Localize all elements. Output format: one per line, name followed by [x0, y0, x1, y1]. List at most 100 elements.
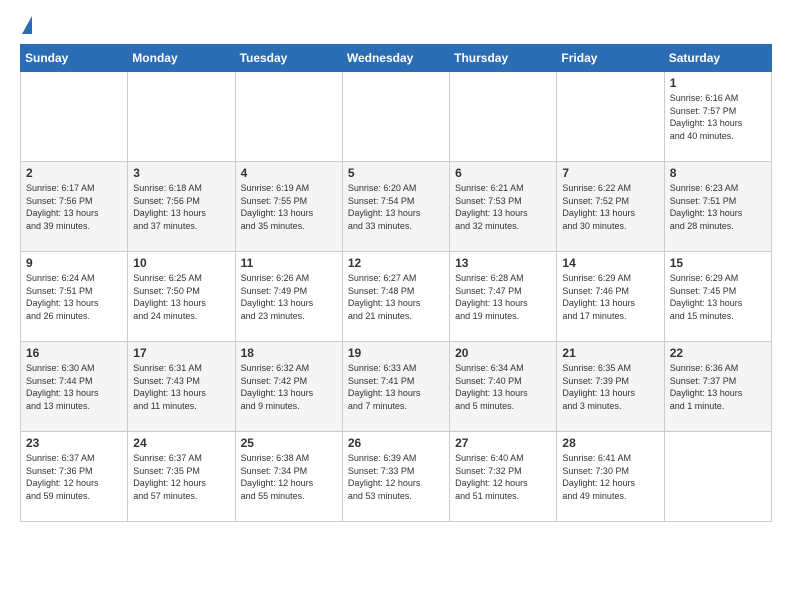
day-cell: 13 Sunrise: 6:28 AM Sunset: 7:47 PM Dayli… — [450, 252, 557, 342]
weekday-header-row: SundayMondayTuesdayWednesdayThursdayFrid… — [21, 45, 772, 72]
day-detail: Sunrise: 6:23 AM Sunset: 7:51 PM Dayligh… — [670, 182, 766, 232]
day-number: 6 — [455, 166, 551, 180]
day-cell: 23 Sunrise: 6:37 AM Sunset: 7:36 PM Dayli… — [21, 432, 128, 522]
day-cell — [128, 72, 235, 162]
day-number: 20 — [455, 346, 551, 360]
day-detail: Sunrise: 6:19 AM Sunset: 7:55 PM Dayligh… — [241, 182, 337, 232]
header — [20, 16, 772, 36]
day-detail: Sunrise: 6:37 AM Sunset: 7:36 PM Dayligh… — [26, 452, 122, 502]
day-number: 16 — [26, 346, 122, 360]
day-cell: 6 Sunrise: 6:21 AM Sunset: 7:53 PM Daylig… — [450, 162, 557, 252]
day-number: 26 — [348, 436, 444, 450]
calendar-table: SundayMondayTuesdayWednesdayThursdayFrid… — [20, 44, 772, 522]
day-number: 19 — [348, 346, 444, 360]
day-cell: 3 Sunrise: 6:18 AM Sunset: 7:56 PM Daylig… — [128, 162, 235, 252]
weekday-header-friday: Friday — [557, 45, 664, 72]
day-detail: Sunrise: 6:37 AM Sunset: 7:35 PM Dayligh… — [133, 452, 229, 502]
day-cell: 12 Sunrise: 6:27 AM Sunset: 7:48 PM Dayli… — [342, 252, 449, 342]
day-detail: Sunrise: 6:41 AM Sunset: 7:30 PM Dayligh… — [562, 452, 658, 502]
day-cell: 22 Sunrise: 6:36 AM Sunset: 7:37 PM Dayli… — [664, 342, 771, 432]
day-cell: 21 Sunrise: 6:35 AM Sunset: 7:39 PM Dayli… — [557, 342, 664, 432]
day-detail: Sunrise: 6:35 AM Sunset: 7:39 PM Dayligh… — [562, 362, 658, 412]
day-number: 27 — [455, 436, 551, 450]
day-number: 9 — [26, 256, 122, 270]
day-number: 2 — [26, 166, 122, 180]
day-detail: Sunrise: 6:39 AM Sunset: 7:33 PM Dayligh… — [348, 452, 444, 502]
day-detail: Sunrise: 6:34 AM Sunset: 7:40 PM Dayligh… — [455, 362, 551, 412]
day-detail: Sunrise: 6:17 AM Sunset: 7:56 PM Dayligh… — [26, 182, 122, 232]
day-cell: 11 Sunrise: 6:26 AM Sunset: 7:49 PM Dayli… — [235, 252, 342, 342]
weekday-header-thursday: Thursday — [450, 45, 557, 72]
day-cell: 15 Sunrise: 6:29 AM Sunset: 7:45 PM Dayli… — [664, 252, 771, 342]
week-row-5: 23 Sunrise: 6:37 AM Sunset: 7:36 PM Dayli… — [21, 432, 772, 522]
week-row-1: 1Sunrise: 6:16 AM Sunset: 7:57 PM Daylig… — [21, 72, 772, 162]
day-cell: 1Sunrise: 6:16 AM Sunset: 7:57 PM Daylig… — [664, 72, 771, 162]
day-number: 13 — [455, 256, 551, 270]
page: SundayMondayTuesdayWednesdayThursdayFrid… — [0, 0, 792, 538]
day-number: 8 — [670, 166, 766, 180]
day-number: 25 — [241, 436, 337, 450]
day-number: 3 — [133, 166, 229, 180]
day-detail: Sunrise: 6:36 AM Sunset: 7:37 PM Dayligh… — [670, 362, 766, 412]
day-cell: 16 Sunrise: 6:30 AM Sunset: 7:44 PM Dayli… — [21, 342, 128, 432]
day-cell: 10 Sunrise: 6:25 AM Sunset: 7:50 PM Dayli… — [128, 252, 235, 342]
weekday-header-tuesday: Tuesday — [235, 45, 342, 72]
day-cell: 4 Sunrise: 6:19 AM Sunset: 7:55 PM Daylig… — [235, 162, 342, 252]
day-cell: 19 Sunrise: 6:33 AM Sunset: 7:41 PM Dayli… — [342, 342, 449, 432]
day-cell — [235, 72, 342, 162]
day-number: 5 — [348, 166, 444, 180]
day-number: 15 — [670, 256, 766, 270]
day-detail: Sunrise: 6:18 AM Sunset: 7:56 PM Dayligh… — [133, 182, 229, 232]
weekday-header-monday: Monday — [128, 45, 235, 72]
day-detail: Sunrise: 6:26 AM Sunset: 7:49 PM Dayligh… — [241, 272, 337, 322]
day-number: 21 — [562, 346, 658, 360]
day-number: 18 — [241, 346, 337, 360]
day-detail: Sunrise: 6:25 AM Sunset: 7:50 PM Dayligh… — [133, 272, 229, 322]
day-cell: 17 Sunrise: 6:31 AM Sunset: 7:43 PM Dayli… — [128, 342, 235, 432]
day-number: 11 — [241, 256, 337, 270]
day-cell — [664, 432, 771, 522]
day-number: 7 — [562, 166, 658, 180]
day-number: 1 — [670, 76, 766, 90]
logo — [20, 16, 32, 36]
logo-triangle-icon — [22, 16, 32, 34]
day-number: 17 — [133, 346, 229, 360]
day-cell: 28 Sunrise: 6:41 AM Sunset: 7:30 PM Dayli… — [557, 432, 664, 522]
day-cell: 18 Sunrise: 6:32 AM Sunset: 7:42 PM Dayli… — [235, 342, 342, 432]
day-cell: 26 Sunrise: 6:39 AM Sunset: 7:33 PM Dayli… — [342, 432, 449, 522]
weekday-header-wednesday: Wednesday — [342, 45, 449, 72]
day-detail: Sunrise: 6:33 AM Sunset: 7:41 PM Dayligh… — [348, 362, 444, 412]
weekday-header-saturday: Saturday — [664, 45, 771, 72]
day-number: 28 — [562, 436, 658, 450]
day-cell: 8 Sunrise: 6:23 AM Sunset: 7:51 PM Daylig… — [664, 162, 771, 252]
day-detail: Sunrise: 6:27 AM Sunset: 7:48 PM Dayligh… — [348, 272, 444, 322]
day-detail: Sunrise: 6:38 AM Sunset: 7:34 PM Dayligh… — [241, 452, 337, 502]
day-cell: 9Sunrise: 6:24 AM Sunset: 7:51 PM Daylig… — [21, 252, 128, 342]
day-number: 22 — [670, 346, 766, 360]
week-row-4: 16 Sunrise: 6:30 AM Sunset: 7:44 PM Dayli… — [21, 342, 772, 432]
day-number: 14 — [562, 256, 658, 270]
day-cell — [450, 72, 557, 162]
day-cell: 5 Sunrise: 6:20 AM Sunset: 7:54 PM Daylig… — [342, 162, 449, 252]
day-cell: 14Sunrise: 6:29 AM Sunset: 7:46 PM Dayli… — [557, 252, 664, 342]
weekday-header-sunday: Sunday — [21, 45, 128, 72]
day-detail: Sunrise: 6:32 AM Sunset: 7:42 PM Dayligh… — [241, 362, 337, 412]
day-cell: 25 Sunrise: 6:38 AM Sunset: 7:34 PM Dayli… — [235, 432, 342, 522]
day-number: 24 — [133, 436, 229, 450]
day-number: 12 — [348, 256, 444, 270]
day-cell: 24 Sunrise: 6:37 AM Sunset: 7:35 PM Dayli… — [128, 432, 235, 522]
day-detail: Sunrise: 6:40 AM Sunset: 7:32 PM Dayligh… — [455, 452, 551, 502]
day-cell — [342, 72, 449, 162]
week-row-2: 2 Sunrise: 6:17 AM Sunset: 7:56 PM Daylig… — [21, 162, 772, 252]
day-detail: Sunrise: 6:29 AM Sunset: 7:45 PM Dayligh… — [670, 272, 766, 322]
day-detail: Sunrise: 6:28 AM Sunset: 7:47 PM Dayligh… — [455, 272, 551, 322]
day-detail: Sunrise: 6:30 AM Sunset: 7:44 PM Dayligh… — [26, 362, 122, 412]
day-detail: Sunrise: 6:31 AM Sunset: 7:43 PM Dayligh… — [133, 362, 229, 412]
day-number: 10 — [133, 256, 229, 270]
day-cell — [557, 72, 664, 162]
day-number: 4 — [241, 166, 337, 180]
day-detail: Sunrise: 6:20 AM Sunset: 7:54 PM Dayligh… — [348, 182, 444, 232]
day-cell — [21, 72, 128, 162]
day-detail: Sunrise: 6:21 AM Sunset: 7:53 PM Dayligh… — [455, 182, 551, 232]
day-number: 23 — [26, 436, 122, 450]
